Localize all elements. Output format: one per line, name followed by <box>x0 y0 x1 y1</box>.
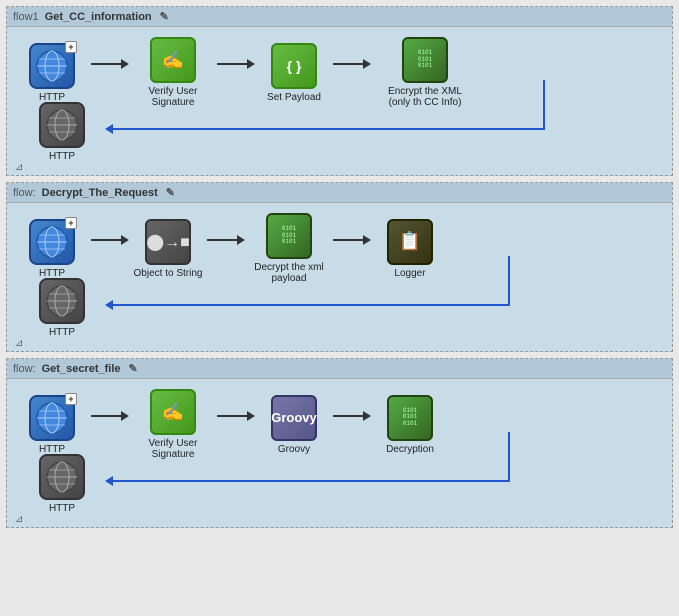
resize-handle-2[interactable]: ⊿ <box>15 338 23 349</box>
node-label-object-2: Object to String <box>134 268 203 279</box>
http-return-icon-2[interactable] <box>39 278 85 324</box>
signature-icon-3[interactable]: ✍ <box>150 389 196 435</box>
return-line-v-2 <box>508 256 510 306</box>
resize-handle-3[interactable]: ⊿ <box>15 514 23 525</box>
globe-return-svg-2 <box>44 283 80 319</box>
arrow-2-3 <box>217 59 255 69</box>
setpayload-icon-1[interactable]: { } <box>271 43 317 89</box>
node-logger-2[interactable]: 📋 Logger <box>375 219 445 279</box>
node-label-http-2: HTTP <box>39 268 65 279</box>
flow-header-2: flow: Decrypt_The_Request ✎ <box>7 183 672 203</box>
globe-svg-2 <box>34 224 70 260</box>
node-label-decryption-3: Decryption <box>386 444 434 455</box>
node-label-http-1: HTTP <box>39 92 65 103</box>
binary-display-2: 010101010101 <box>282 226 296 246</box>
node-label-setpayload-1: Set Payload <box>267 92 321 103</box>
node-encrypt-1[interactable]: 010101010101 Encrypt the XML (only th CC… <box>375 37 475 108</box>
groovy-icon-3[interactable]: Groovy <box>271 395 317 441</box>
node-decrypt-2[interactable]: 010101010101 Decrypt the xml payload <box>249 213 329 284</box>
node-signature-3[interactable]: ✍ Verify User Signature <box>133 389 213 460</box>
node-http-2[interactable]: + HTTP <box>17 219 87 279</box>
object-icon-2[interactable]: ⬤→■ <box>145 219 191 265</box>
flow-content-1: + HTTP ✍ <box>7 27 672 167</box>
flow-decrypt-request: flow: Decrypt_The_Request ✎ + HTTP <box>6 182 673 352</box>
signature-icon-1[interactable]: ✍ <box>150 37 196 83</box>
arrow-3-4 <box>333 59 371 69</box>
plus-badge-3: + <box>65 393 77 405</box>
flow-get-secret-file: flow: Get_secret_file ✎ + HTTP <box>6 358 673 528</box>
return-line-h-1 <box>113 128 543 130</box>
edit-icon-3[interactable]: ✎ <box>129 362 138 375</box>
node-http-return-2[interactable]: HTTP <box>27 278 97 338</box>
node-label-http-return-1: HTTP <box>49 151 75 162</box>
edit-icon-1[interactable]: ✎ <box>160 10 169 23</box>
flow-name-2: Decrypt_The_Request <box>42 187 158 199</box>
flow-row-2: + HTTP ⬤→■ <box>17 213 662 284</box>
return-line-v-3 <box>508 432 510 482</box>
arrow-3-2-3 <box>217 411 255 421</box>
node-http-return-1[interactable]: HTTP <box>27 102 97 162</box>
plus-badge-2: + <box>65 217 77 229</box>
flow-row-3: + HTTP ✍ <box>17 389 662 460</box>
globe-return-svg-1 <box>44 107 80 143</box>
node-label-http-3: HTTP <box>39 444 65 455</box>
node-label-logger-2: Logger <box>394 268 425 279</box>
return-line-v-1 <box>543 80 545 130</box>
node-decryption-3[interactable]: 010101010101 Decryption <box>375 395 445 455</box>
plus-badge-1: + <box>65 41 77 53</box>
http-icon-3[interactable]: + <box>29 395 75 441</box>
arrow-2-3-4 <box>333 235 371 245</box>
http-icon-1[interactable]: + <box>29 43 75 89</box>
node-http-3[interactable]: + HTTP <box>17 395 87 455</box>
flow-label-3: flow: <box>13 363 36 375</box>
binary-display-1: 010101010101 <box>418 50 432 70</box>
flow-label-2: flow: <box>13 187 36 199</box>
flow-content-3: + HTTP ✍ <box>7 379 672 519</box>
resize-handle-1[interactable]: ⊿ <box>15 162 23 173</box>
node-signature-1[interactable]: ✍ Verify User Signature <box>133 37 213 108</box>
flow-label-1: flow1 <box>13 11 39 23</box>
arrow-3-3-4 <box>333 411 371 421</box>
return-line-h-3 <box>113 480 508 482</box>
edit-icon-2[interactable]: ✎ <box>166 186 175 199</box>
globe-svg-3 <box>34 400 70 436</box>
flow-get-cc-information: flow1 Get_CC_information ✎ + HTTP <box>6 6 673 176</box>
node-label-http-return-3: HTTP <box>49 503 75 514</box>
http-icon-2[interactable]: + <box>29 219 75 265</box>
decrypt-icon-2[interactable]: 010101010101 <box>266 213 312 259</box>
decryption-icon-3[interactable]: 010101010101 <box>387 395 433 441</box>
http-return-icon-1[interactable] <box>39 102 85 148</box>
node-http-return-3[interactable]: HTTP <box>27 454 97 514</box>
flow-header-3: flow: Get_secret_file ✎ <box>7 359 672 379</box>
flow-content-2: + HTTP ⬤→■ <box>7 203 672 343</box>
globe-return-svg-3 <box>44 459 80 495</box>
logger-icon-2[interactable]: 📋 <box>387 219 433 265</box>
arrow-1-2 <box>91 59 129 69</box>
encrypt-icon-1[interactable]: 010101010101 <box>402 37 448 83</box>
flow-header-1: flow1 Get_CC_information ✎ <box>7 7 672 27</box>
flow-row-1: + HTTP ✍ <box>17 37 662 108</box>
node-object-2[interactable]: ⬤→■ Object to String <box>133 219 203 279</box>
return-arrowhead-1 <box>105 124 113 134</box>
node-setpayload-1[interactable]: { } Set Payload <box>259 43 329 103</box>
globe-svg-1 <box>34 48 70 84</box>
arrow-2-2-3 <box>207 235 245 245</box>
binary-display-3: 010101010101 <box>403 408 417 428</box>
node-label-groovy-3: Groovy <box>278 444 310 455</box>
node-groovy-3[interactable]: Groovy Groovy <box>259 395 329 455</box>
node-label-http-return-2: HTTP <box>49 327 75 338</box>
arrow-2-1-2 <box>91 235 129 245</box>
return-line-h-2 <box>113 304 508 306</box>
node-http-1[interactable]: + HTTP <box>17 43 87 103</box>
return-arrowhead-3 <box>105 476 113 486</box>
flow-name-3: Get_secret_file <box>42 363 121 375</box>
return-arrowhead-2 <box>105 300 113 310</box>
flow-name-1: Get_CC_information <box>45 11 152 23</box>
http-return-icon-3[interactable] <box>39 454 85 500</box>
arrow-3-1-2 <box>91 411 129 421</box>
